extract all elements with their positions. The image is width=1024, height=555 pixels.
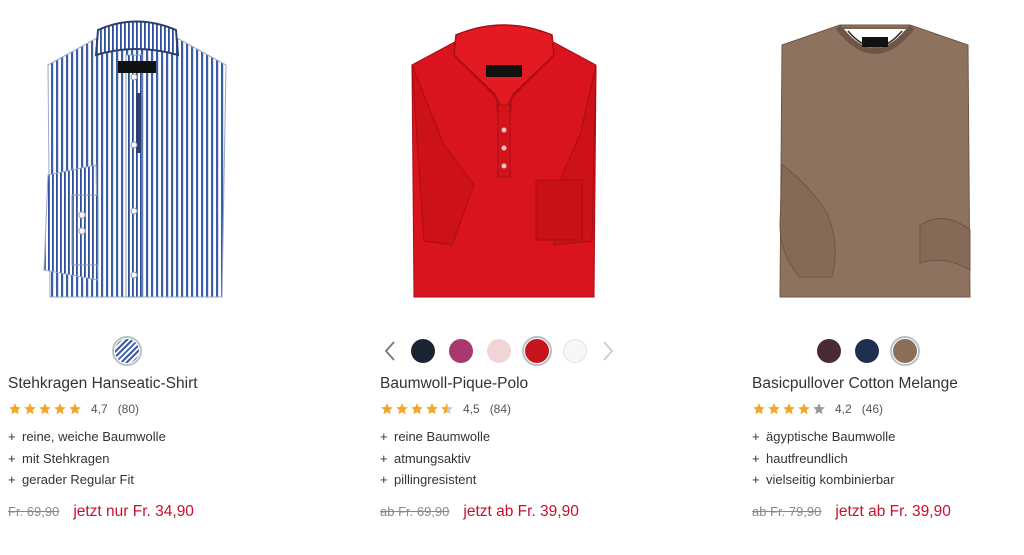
star-icon: [39, 403, 51, 415]
product-title[interactable]: Basicpullover Cotton Melange: [752, 375, 958, 393]
star-icon: [411, 403, 423, 415]
star-icon: [381, 403, 393, 415]
swatch-navy[interactable]: [408, 336, 438, 366]
star-icon: [783, 403, 795, 415]
feature-item: + atmungsaktiv: [380, 450, 471, 466]
product-title[interactable]: Baumwoll-Pique-Polo: [380, 375, 528, 393]
chevron-right-icon[interactable]: [598, 336, 618, 366]
feature-item: + hautfreundlich: [752, 450, 848, 466]
product-card-basicpullover[interactable]: Basicpullover Cotton Melange 4,2 (46) + ä…: [752, 0, 1012, 555]
old-price: Fr. 69,90: [8, 504, 60, 519]
feature-item: + pillingresistent: [380, 472, 477, 487]
rating: 4,2 (46): [752, 402, 883, 416]
review-count[interactable]: (84): [490, 402, 511, 416]
rating: 4,7 (80): [8, 402, 139, 416]
product-image-pullover[interactable]: [752, 0, 1012, 320]
old-price: ab Fr. 69,90: [380, 504, 450, 519]
feature-list: + ägyptische Baumwolle + hautfreundlich + v…: [752, 426, 895, 491]
feature-item: + reine Baumwolle: [380, 429, 491, 444]
review-count[interactable]: (80): [118, 402, 139, 416]
color-swatches: [380, 334, 626, 368]
feature-item: + mit Stehkragen: [8, 450, 110, 466]
product-image-polo[interactable]: [380, 0, 640, 320]
star-icon: [69, 403, 81, 415]
swatch-striped-blue[interactable]: [112, 336, 142, 366]
product-card-pique-polo[interactable]: Baumwoll-Pique-Polo 4,5 (84) + reine Baum…: [380, 0, 640, 555]
star-icon: [798, 403, 810, 415]
star-rating: [752, 402, 827, 416]
rating-value: 4,5: [463, 402, 480, 416]
feature-item: + gerader Regular Fit: [8, 472, 134, 487]
shirt-illustration: [43, 20, 227, 298]
pullover-illustration: [779, 24, 971, 298]
star-icon: [54, 403, 66, 415]
star-icon: [753, 403, 765, 415]
sale-price: jetzt ab Fr. 39,90: [835, 503, 951, 520]
feature-item: + vielseitig kombinierbar: [752, 472, 895, 487]
swatch-navy[interactable]: [852, 336, 882, 366]
color-swatches: [112, 334, 150, 368]
rating-value: 4,2: [835, 402, 852, 416]
old-price: ab Fr. 79,90: [752, 504, 822, 519]
swatch-red[interactable]: [522, 336, 552, 366]
swatch-brown[interactable]: [890, 336, 920, 366]
sale-price: jetzt nur Fr. 34,90: [73, 503, 194, 520]
product-card-hanseatic-shirt[interactable]: Stehkragen Hanseatic-Shirt 4,7 (80) + rei…: [8, 0, 268, 555]
rating: 4,5 (84): [380, 402, 511, 416]
sale-price: jetzt ab Fr. 39,90: [463, 503, 579, 520]
feature-item: + reine, weiche Baumwolle: [8, 429, 166, 444]
color-swatches: [814, 334, 928, 368]
price: ab Fr. 69,90 jetzt ab Fr. 39,90: [380, 503, 579, 521]
product-title[interactable]: Stehkragen Hanseatic-Shirt: [8, 375, 198, 393]
rating-value: 4,7: [91, 402, 108, 416]
star-icon: [396, 403, 408, 415]
feature-item: + ägyptische Baumwolle: [752, 429, 896, 444]
star-icon: [768, 403, 780, 415]
review-count[interactable]: (46): [862, 402, 883, 416]
feature-list: + reine, weiche Baumwolle + mit Stehkragen…: [8, 426, 166, 491]
swatch-white[interactable]: [560, 336, 590, 366]
star-rating: [380, 402, 455, 416]
star-icon: [426, 403, 438, 415]
star-icon: [24, 403, 36, 415]
swatch-magenta[interactable]: [446, 336, 476, 366]
star-icon: [9, 403, 21, 415]
star-empty-icon: [813, 403, 825, 415]
swatch-aubergine[interactable]: [814, 336, 844, 366]
star-rating: [8, 402, 83, 416]
product-image-shirt[interactable]: [8, 0, 268, 320]
price: ab Fr. 79,90 jetzt ab Fr. 39,90: [752, 503, 951, 521]
star-half-icon: [441, 403, 453, 415]
feature-list: + reine Baumwolle + atmungsaktiv + pillingr…: [380, 426, 490, 491]
chevron-left-icon[interactable]: [380, 336, 400, 366]
swatch-light-pink[interactable]: [484, 336, 514, 366]
polo-illustration: [411, 24, 597, 298]
price: Fr. 69,90 jetzt nur Fr. 34,90: [8, 503, 194, 521]
